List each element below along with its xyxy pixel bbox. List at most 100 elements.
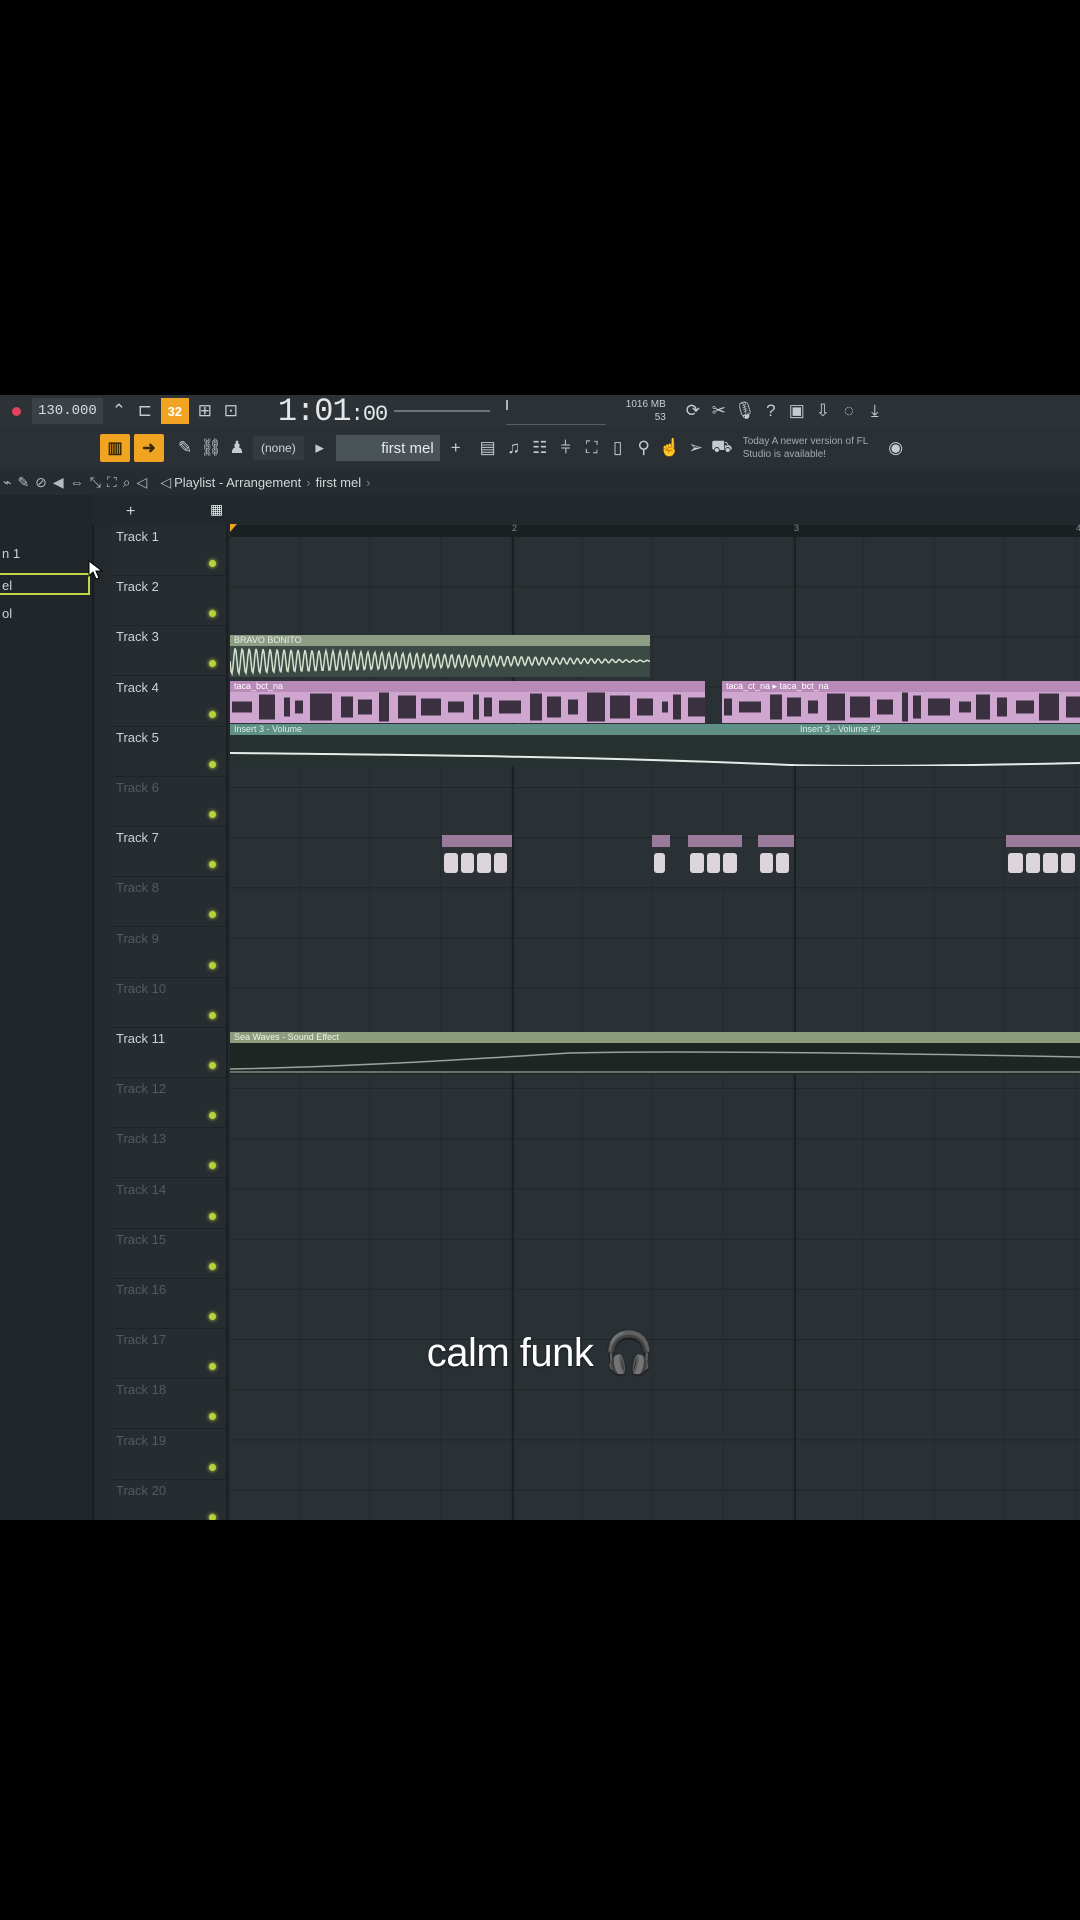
clip-taca-1[interactable]: taca_bct_na bbox=[230, 681, 705, 723]
track-mute-led[interactable] bbox=[209, 1011, 216, 1019]
track-mute-led[interactable] bbox=[209, 1463, 216, 1471]
clip-bravo-bonito[interactable]: BRAVO BONITO bbox=[230, 635, 650, 677]
browser-item-selected[interactable]: el bbox=[0, 573, 90, 595]
track-mute-led[interactable] bbox=[209, 760, 216, 768]
mute-icon[interactable]: ◀ bbox=[53, 474, 64, 491]
grid-toggle-icon[interactable]: ▦ bbox=[210, 501, 223, 518]
track-mute-led[interactable] bbox=[209, 1162, 216, 1170]
add-pattern-icon[interactable]: + bbox=[443, 435, 469, 461]
pattern-mode-button[interactable]: ▥ bbox=[100, 434, 130, 462]
metronome-icon[interactable]: ⌃ bbox=[106, 398, 132, 424]
track-mute-led[interactable] bbox=[209, 1313, 216, 1320]
track-mute-led[interactable] bbox=[209, 911, 216, 919]
clip-volume-automation-2[interactable]: Insert 3 - Volume #2 bbox=[796, 724, 1080, 735]
add-track-icon[interactable]: + bbox=[126, 503, 135, 521]
clip-taca-2[interactable]: taca_ct_na ▸ taca_bct_na bbox=[722, 681, 1080, 723]
clip-pattern[interactable] bbox=[1006, 835, 1080, 879]
clip-pattern[interactable] bbox=[652, 835, 670, 879]
track-header[interactable]: Track 19 bbox=[112, 1429, 226, 1480]
slip-icon[interactable]: ⇔ bbox=[70, 474, 84, 490]
stamp-icon[interactable]: ♟ bbox=[224, 435, 250, 461]
track-mute-led[interactable] bbox=[209, 1262, 216, 1270]
step-edit-icon[interactable]: ⊞ bbox=[192, 398, 218, 424]
playhead-marker[interactable] bbox=[230, 524, 237, 532]
track-header[interactable]: Track 14 bbox=[112, 1178, 226, 1229]
track-header[interactable]: Track 2 bbox=[112, 575, 226, 627]
mixer-icon[interactable]: ⫩ bbox=[553, 435, 579, 461]
track-header[interactable]: Track 8 bbox=[112, 876, 226, 928]
render-icon[interactable]: ⇩ bbox=[810, 398, 836, 424]
playback-icon[interactable]: ◁ bbox=[137, 474, 148, 491]
arrow-left-icon[interactable]: ◁ bbox=[160, 474, 171, 491]
track-header[interactable]: Track 9 bbox=[112, 927, 226, 978]
track-header[interactable]: Track 16 bbox=[112, 1278, 226, 1329]
track-header[interactable]: Track 1 bbox=[112, 525, 226, 576]
tempo-display[interactable]: 130.000 bbox=[32, 398, 103, 424]
master-pitch-slider[interactable] bbox=[393, 410, 490, 412]
track-mute-led[interactable] bbox=[209, 610, 216, 618]
link-icon[interactable]: ⛓ bbox=[198, 435, 224, 461]
track-header[interactable]: Track 18 bbox=[112, 1378, 226, 1430]
mic-icon[interactable]: 🎙 bbox=[732, 398, 758, 424]
track-mute-led[interactable] bbox=[209, 1413, 216, 1421]
pattern-number[interactable]: 32 bbox=[160, 398, 189, 424]
track-header[interactable]: Track 12 bbox=[112, 1077, 226, 1129]
snap-select[interactable]: (none) bbox=[253, 436, 304, 460]
select-icon[interactable]: ⛶ bbox=[107, 474, 117, 491]
track-mute-led[interactable] bbox=[209, 1212, 216, 1220]
browser-item[interactable]: n 1 bbox=[0, 543, 88, 565]
track-mute-led[interactable] bbox=[209, 961, 216, 969]
record-icon[interactable] bbox=[12, 406, 21, 416]
track-header[interactable]: Track 7 bbox=[112, 826, 226, 878]
touch-icon[interactable]: ☝ bbox=[657, 435, 683, 461]
channel-rack-icon[interactable]: ☷ bbox=[527, 435, 553, 461]
tag-icon[interactable]: ⌁ bbox=[3, 474, 11, 491]
piano-roll-icon[interactable]: ♫ bbox=[501, 435, 527, 461]
track-header[interactable]: Track 11 bbox=[112, 1027, 226, 1078]
track-mute-led[interactable] bbox=[209, 1513, 216, 1520]
wait-input-icon[interactable]: ⊏ bbox=[132, 398, 158, 424]
track-mute-led[interactable] bbox=[209, 811, 216, 818]
clip-pattern[interactable] bbox=[688, 835, 742, 879]
plugin-icon[interactable]: ⚲ bbox=[631, 435, 657, 461]
track-header[interactable]: Track 3 bbox=[112, 625, 226, 677]
track-header[interactable]: Track 6 bbox=[112, 776, 226, 827]
track-header[interactable]: Track 15 bbox=[112, 1228, 226, 1279]
browser-icon[interactable]: ⛶ bbox=[579, 435, 605, 461]
track-header[interactable]: Track 13 bbox=[112, 1127, 226, 1179]
clip-pattern[interactable] bbox=[758, 835, 794, 879]
delete-icon[interactable]: ⊘ bbox=[35, 474, 47, 491]
download-icon[interactable]: ⤓ bbox=[862, 398, 888, 424]
track-header[interactable]: Track 10 bbox=[112, 977, 226, 1028]
pattern-selector[interactable]: first mel bbox=[335, 435, 440, 461]
bird-icon[interactable]: ➢ bbox=[683, 435, 709, 461]
track-header[interactable]: Track 5 bbox=[112, 726, 226, 777]
playlist-icon[interactable]: ▤ bbox=[475, 435, 501, 461]
zoom-icon[interactable]: ⌕ bbox=[123, 474, 131, 491]
slice-icon[interactable]: ⤡ bbox=[90, 474, 101, 491]
draw-tool-icon[interactable]: ✎ bbox=[172, 435, 198, 461]
arrow-tool-button[interactable]: ➜ bbox=[134, 434, 164, 462]
refresh-icon[interactable]: ⟳ bbox=[680, 398, 706, 424]
browser-item[interactable]: ol bbox=[0, 603, 88, 625]
track-mute-led[interactable] bbox=[209, 861, 216, 869]
play-pattern-icon[interactable]: ▸ bbox=[307, 435, 333, 461]
clip-sea-waves[interactable]: Sea Waves - Sound Effect bbox=[230, 1032, 1080, 1074]
track-mute-led[interactable] bbox=[209, 560, 216, 567]
timeline-ruler[interactable]: 2 3 4 bbox=[230, 523, 1080, 537]
track-mute-led[interactable] bbox=[209, 710, 216, 718]
file-icon[interactable]: ▯ bbox=[605, 435, 631, 461]
cut-icon[interactable]: ✂ bbox=[706, 398, 732, 424]
cart-icon[interactable]: ⛟ bbox=[709, 435, 735, 461]
globe-icon[interactable]: ◉ bbox=[883, 435, 909, 461]
help-icon[interactable]: ? bbox=[758, 398, 784, 424]
track-mute-led[interactable] bbox=[209, 660, 216, 668]
track-mute-led[interactable] bbox=[209, 1062, 216, 1069]
breadcrumb-pattern[interactable]: first mel bbox=[316, 475, 362, 490]
track-header[interactable]: Track 20 bbox=[112, 1479, 226, 1520]
paint-icon[interactable]: ✎ bbox=[17, 474, 29, 491]
track-mute-led[interactable] bbox=[209, 1112, 216, 1120]
news-ticker[interactable]: Today A newer version of FL Studio is av… bbox=[743, 435, 883, 461]
clip-pattern[interactable] bbox=[442, 835, 512, 879]
track-header[interactable]: Track 4 bbox=[112, 676, 226, 727]
